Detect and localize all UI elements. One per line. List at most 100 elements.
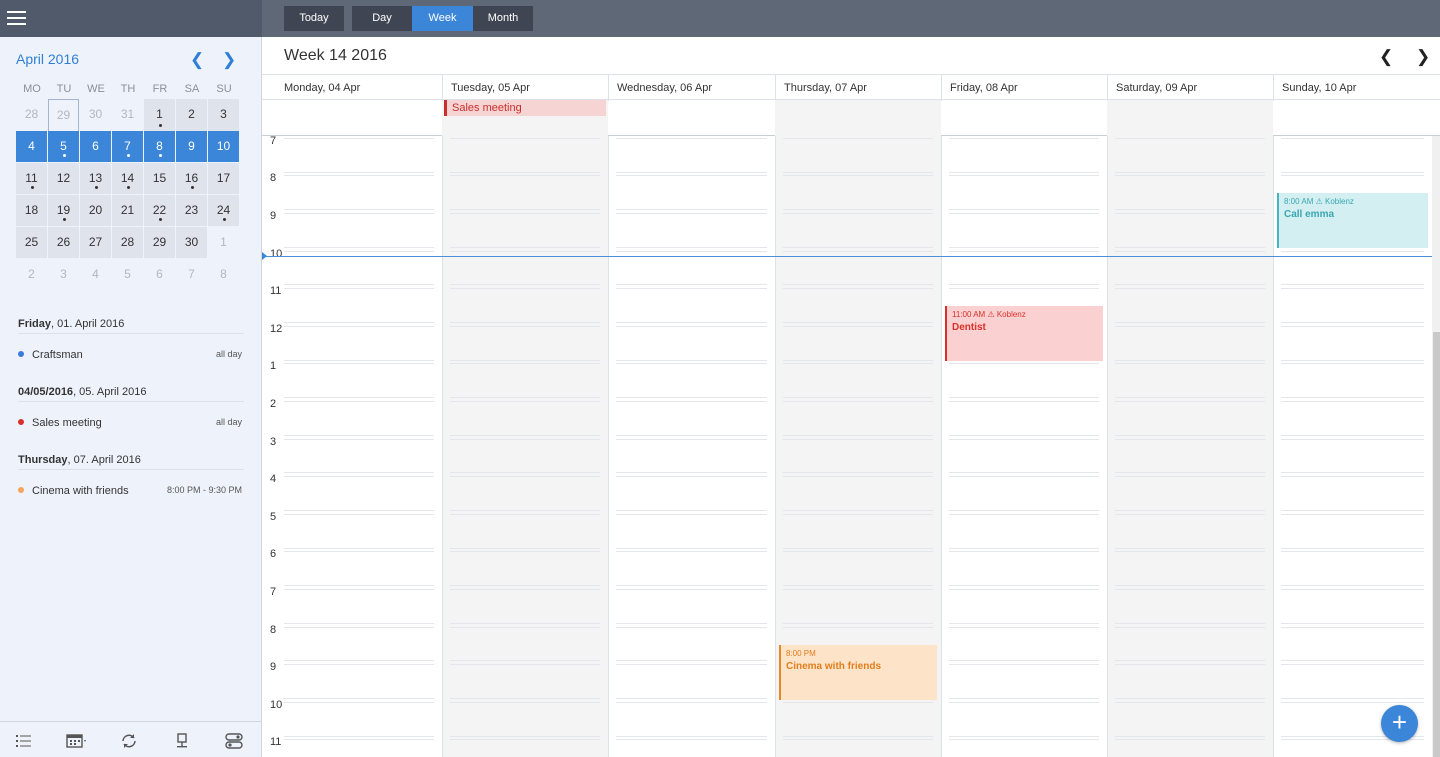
day-number: 20 [88, 203, 103, 217]
location-icon: ⚠ [1313, 197, 1325, 206]
grid-line [1281, 138, 1424, 139]
mini-calendar-day[interactable]: 12 [48, 163, 79, 194]
mini-calendar-day[interactable]: 8 [144, 131, 175, 162]
hamburger-icon[interactable] [7, 11, 26, 25]
mini-calendar-day[interactable]: 17 [208, 163, 239, 194]
agenda-event[interactable]: Cinema with friends 8:00 PM - 9:30 PM [18, 485, 242, 499]
next-month-icon[interactable]: ❯ [222, 50, 236, 70]
day-number: 26 [56, 235, 71, 249]
toggle-icon[interactable] [225, 732, 243, 750]
mini-calendar-day[interactable]: 29 [48, 99, 79, 132]
calendar-event[interactable]: 11:00 AM ⚠ Koblenz Dentist [945, 306, 1103, 361]
grid-line [949, 435, 1099, 436]
mini-calendar-day[interactable]: 26 [48, 227, 79, 258]
current-time-line [262, 256, 1432, 257]
view-day-button[interactable]: Day [352, 6, 412, 31]
list-icon[interactable] [15, 732, 33, 750]
hour-label: 8 [270, 172, 277, 184]
calendar-event[interactable]: 8:00 PM Cinema with friends [779, 645, 937, 700]
mini-calendar-day[interactable]: 25 [16, 227, 47, 258]
mini-calendar-day[interactable]: 16 [176, 163, 207, 194]
mini-calendar-day[interactable]: 21 [112, 195, 143, 226]
mini-calendar-day[interactable]: 11 [16, 163, 47, 194]
grid-line [284, 138, 434, 139]
mini-calendar-day[interactable]: 7 [112, 131, 143, 162]
sync-icon[interactable] [120, 732, 138, 750]
view-month-button[interactable]: Month [473, 6, 533, 31]
grid-line [949, 548, 1099, 549]
mini-calendar-day[interactable]: 31 [112, 99, 143, 132]
grid-line [1281, 510, 1424, 511]
add-event-button[interactable]: + [1381, 705, 1418, 742]
agenda-event[interactable]: Sales meeting all day [18, 417, 242, 431]
mini-calendar-day[interactable]: 6 [80, 131, 111, 162]
mini-calendar-day[interactable]: 1 [144, 99, 175, 132]
mini-calendar-day[interactable]: 30 [80, 99, 111, 132]
grid-line [949, 739, 1099, 740]
mini-calendar-day[interactable]: 28 [16, 99, 47, 132]
grid-line [783, 401, 933, 402]
event-time: 11:00 AM ⚠ Koblenz [952, 310, 1098, 319]
mini-calendar-day[interactable]: 30 [176, 227, 207, 258]
grid-line [284, 664, 434, 665]
column-divider [442, 136, 443, 757]
pin-icon[interactable] [173, 732, 191, 750]
mini-calendar-week: 2 3 4 5 6 7 8 [16, 259, 242, 291]
mini-calendar-day[interactable]: 6 [144, 259, 175, 290]
mini-calendar-day[interactable]: 29 [144, 227, 175, 258]
day-column-header: Sunday, 10 Apr [1273, 75, 1432, 101]
mini-calendar-day[interactable]: 22 [144, 195, 175, 226]
agenda-event[interactable]: Craftsman all day [18, 349, 242, 363]
grid-line [450, 472, 600, 473]
day-number: 31 [120, 107, 135, 121]
mini-calendar-day[interactable]: 10 [208, 131, 239, 162]
agenda-event-time: all day [215, 349, 242, 359]
mini-calendar-day[interactable]: 19 [48, 195, 79, 226]
event-dot [158, 218, 162, 221]
mini-calendar-day[interactable]: 1 [208, 227, 239, 258]
grid-line [616, 435, 767, 436]
event-time-text: 11:00 AM [952, 310, 986, 319]
grid-line [284, 589, 434, 590]
scrollbar-thumb[interactable] [1433, 332, 1440, 757]
mini-calendar-day[interactable]: 14 [112, 163, 143, 194]
event-dot [62, 218, 66, 221]
prev-month-icon[interactable]: ❮ [190, 50, 204, 70]
mini-calendar-day[interactable]: 3 [208, 99, 239, 132]
grid-line [1281, 360, 1424, 361]
mini-calendar: MO TU WE TH FR SA SU 28 29 30 31 1 2 3 4 5 6 7 8 9 10 11 12 13 1… [16, 83, 242, 291]
mini-calendar-day[interactable]: 8 [208, 259, 239, 290]
mini-calendar-day[interactable]: 4 [80, 259, 111, 290]
mini-calendar-day[interactable]: 4 [16, 131, 47, 162]
day-column-header: Tuesday, 05 Apr [442, 75, 608, 101]
view-week-button[interactable]: Week [412, 6, 473, 31]
mini-calendar-day[interactable]: 7 [176, 259, 207, 290]
grid-line [783, 213, 933, 214]
day-number: 4 [28, 139, 35, 153]
hour-label: 6 [270, 548, 277, 560]
mini-calendar-day[interactable]: 2 [176, 99, 207, 132]
grid-line [450, 585, 600, 586]
next-week-icon[interactable]: ❯ [1416, 47, 1430, 67]
grid-line [949, 702, 1099, 703]
calendar-grid-icon[interactable] [66, 732, 88, 750]
prev-week-icon[interactable]: ❮ [1379, 47, 1393, 67]
mini-calendar-day[interactable]: 27 [80, 227, 111, 258]
mini-calendar-day[interactable]: 15 [144, 163, 175, 194]
mini-calendar-day[interactable]: 5 [112, 259, 143, 290]
mini-calendar-day[interactable]: 20 [80, 195, 111, 226]
grid-line [284, 548, 434, 549]
mini-calendar-day[interactable]: 2 [16, 259, 47, 290]
mini-calendar-day[interactable]: 28 [112, 227, 143, 258]
mini-calendar-day[interactable]: 9 [176, 131, 207, 162]
today-button[interactable]: Today [284, 6, 344, 31]
mini-calendar-day[interactable]: 3 [48, 259, 79, 290]
all-day-event[interactable]: Sales meeting [444, 100, 606, 116]
event-dot [126, 186, 130, 189]
mini-calendar-day[interactable]: 24 [208, 195, 239, 226]
mini-calendar-day[interactable]: 13 [80, 163, 111, 194]
calendar-event[interactable]: 8:00 AM ⚠ Koblenz Call emma [1277, 193, 1428, 248]
mini-calendar-day[interactable]: 5 [48, 131, 79, 162]
mini-calendar-day[interactable]: 18 [16, 195, 47, 226]
mini-calendar-day[interactable]: 23 [176, 195, 207, 226]
